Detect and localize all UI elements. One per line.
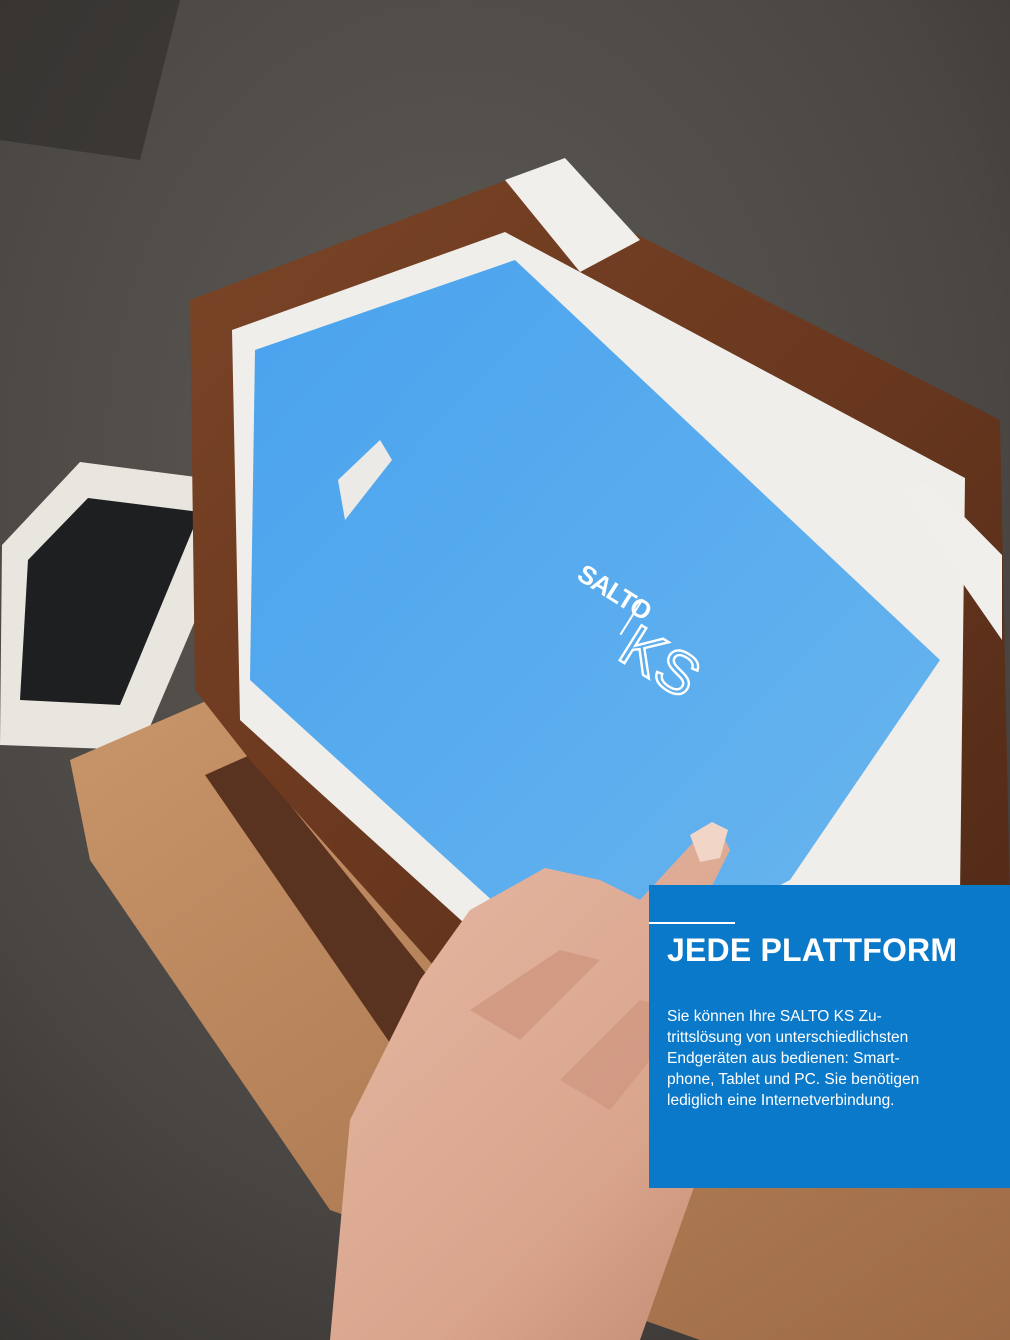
info-panel: JEDE PLATTFORM Sie können Ihre SALTO KS … bbox=[649, 885, 1010, 1188]
panel-body-text: Sie können Ihre SALTO KS Zu- trittslösun… bbox=[667, 1006, 1003, 1111]
body-line: trittslösung von unterschiedlichsten bbox=[667, 1029, 909, 1046]
panel-headline: JEDE PLATTFORM bbox=[667, 932, 958, 968]
body-line: lediglich eine Internetverbindung. bbox=[667, 1092, 895, 1109]
body-line: Endgeräten aus bedienen: Smart- bbox=[667, 1050, 900, 1067]
body-line: phone, Tablet und PC. Sie benötigen bbox=[667, 1071, 920, 1088]
accent-line bbox=[649, 922, 735, 924]
body-line: Sie können Ihre SALTO KS Zu- bbox=[667, 1008, 882, 1025]
page: SALTO KS JEDE PLATTFORM Sie können Ihre … bbox=[0, 0, 1010, 1340]
